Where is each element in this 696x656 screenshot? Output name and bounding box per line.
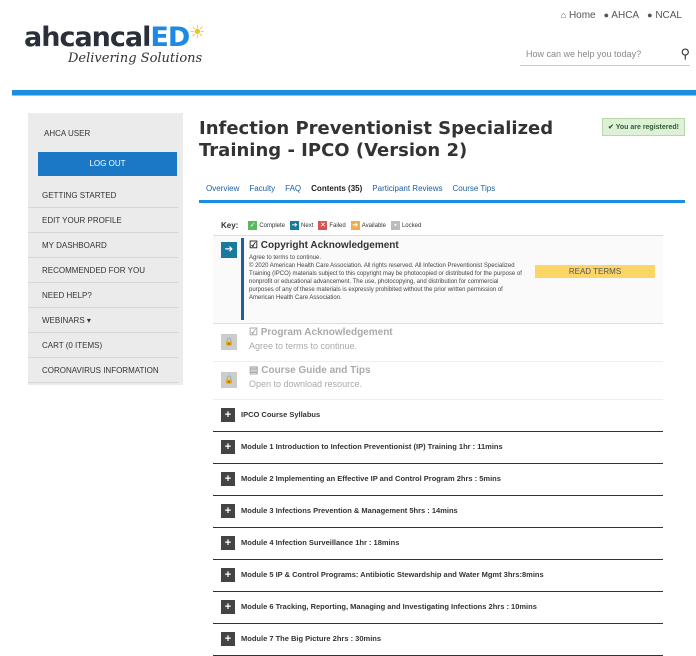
check-icon: ✓ xyxy=(248,221,258,230)
module-row[interactable]: + Module 1 Introduction to Infection Prev… xyxy=(213,432,663,464)
sidebar-item-edit-profile[interactable]: EDIT YOUR PROFILE xyxy=(28,208,178,233)
search-placeholder: How can we help you today? xyxy=(526,49,642,59)
program-ack-item: 🔒 ☑ Program Acknowledgement Agree to ter… xyxy=(213,324,663,362)
key-complete: Complete xyxy=(259,223,286,229)
module-label: Module 1 Introduction to Infection Preve… xyxy=(241,442,503,451)
contents-panel: Key: ✓ Complete ➔ Next ✕ Failed ➔ Available … xyxy=(213,216,663,656)
globe-icon: ● xyxy=(647,10,653,20)
tab-overview[interactable]: Overview xyxy=(206,184,239,193)
expand-icon[interactable]: + xyxy=(221,568,235,582)
module-row[interactable]: + Module 5 IP & Control Programs: Antibio… xyxy=(213,560,663,592)
globe-icon: ● xyxy=(603,10,610,20)
home-link[interactable]: ⌂ Home xyxy=(561,10,596,21)
copyright-item: ➔ ☑ Copyright Acknowledgement Agree to t… xyxy=(213,236,663,324)
key-available: Available xyxy=(361,223,386,229)
status-key: Key: ✓ Complete ➔ Next ✕ Failed ➔ Available … xyxy=(213,216,663,236)
tab-faculty[interactable]: Faculty xyxy=(249,184,275,193)
expand-icon[interactable]: + xyxy=(221,472,235,486)
module-label: Module 3 Infections Prevention & Managem… xyxy=(241,506,458,515)
lock-icon: 🔒 xyxy=(221,334,237,350)
active-indicator xyxy=(241,238,244,320)
program-ack-heading: Program Acknowledgement xyxy=(260,327,393,338)
sidebar-item-need-help[interactable]: NEED HELP? xyxy=(28,283,178,308)
top-nav: ⌂ Home ● AHCA ● NCAL xyxy=(561,10,682,21)
expand-icon[interactable]: + xyxy=(221,600,235,614)
course-tabs: Overview Faculty FAQ Contents (35) Parti… xyxy=(206,184,495,193)
module-label: Module 5 IP & Control Programs: Antibiot… xyxy=(241,570,544,579)
sidebar-item-webinars[interactable]: WEBINARS ▾ xyxy=(28,308,178,333)
sidebar: AHCA USER LOG OUT GETTING STARTED EDIT Y… xyxy=(28,113,183,385)
arrow-right-icon: ➔ xyxy=(221,242,237,258)
site-logo[interactable]: ahcancalED☀ Delivering Solutions xyxy=(24,22,205,66)
search-icon[interactable]: ⚲ xyxy=(680,46,690,62)
course-guide-sub: Open to download resource. xyxy=(249,379,363,389)
logo-ed-text: ED xyxy=(150,22,190,53)
expand-icon[interactable]: + xyxy=(221,504,235,518)
lock-icon: ▪ xyxy=(390,221,400,230)
arrow-icon: ➔ xyxy=(350,221,360,230)
tab-participant-reviews[interactable]: Participant Reviews xyxy=(372,184,442,193)
copyright-heading: ☑ Copyright Acknowledgement xyxy=(249,240,399,251)
tab-underline xyxy=(199,200,685,203)
sidebar-item-getting-started[interactable]: GETTING STARTED xyxy=(28,183,178,208)
home-icon: ⌂ xyxy=(560,10,567,20)
tab-faq[interactable]: FAQ xyxy=(285,184,301,193)
expand-icon[interactable]: + xyxy=(221,408,235,422)
module-row[interactable]: + Module 4 Infection Surveillance 1hr : 1… xyxy=(213,528,663,560)
expand-icon[interactable]: + xyxy=(221,536,235,550)
course-guide-item: 🔒 ▤ Course Guide and Tips Open to downlo… xyxy=(213,362,663,400)
sun-icon: ☀ xyxy=(189,22,205,43)
main-content: Infection Preventionist Specialized Trai… xyxy=(199,118,685,656)
module-row[interactable]: + Module 7 The Big Picture 2hrs : 30mins xyxy=(213,624,663,656)
module-row[interactable]: + Module 3 Infections Prevention & Manage… xyxy=(213,496,663,528)
ncal-link[interactable]: ● NCAL xyxy=(647,10,682,21)
key-locked: Locked xyxy=(401,223,422,229)
logo-text: ahcancal xyxy=(24,22,151,53)
sidebar-item-coronavirus[interactable]: CORONAVIRUS INFORMATION xyxy=(28,358,178,383)
module-label: Module 6 Tracking, Reporting, Managing a… xyxy=(241,602,537,611)
lock-icon: 🔒 xyxy=(221,372,237,388)
sidebar-item-recommended[interactable]: RECOMMENDED FOR YOU xyxy=(28,258,178,283)
page-title: Infection Preventionist Specialized Trai… xyxy=(199,118,554,161)
key-next: Next xyxy=(301,223,314,229)
module-label: Module 4 Infection Surveillance 1hr : 18… xyxy=(241,538,400,547)
expand-icon[interactable]: + xyxy=(221,632,235,646)
logout-button[interactable]: LOG OUT xyxy=(38,152,177,176)
course-guide-heading: Course Guide and Tips xyxy=(261,365,371,376)
copyright-text: Agree to terms to continue. © 2020 Ameri… xyxy=(249,255,522,301)
search-input[interactable]: How can we help you today? ⚲ xyxy=(520,44,690,66)
key-failed: Failed xyxy=(329,223,346,229)
sidebar-menu: GETTING STARTED EDIT YOUR PROFILE MY DAS… xyxy=(28,183,178,383)
sidebar-item-cart[interactable]: CART (0 ITEMS) xyxy=(28,333,178,358)
module-label: IPCO Course Syllabus xyxy=(241,410,321,419)
x-icon: ✕ xyxy=(318,221,328,230)
ahca-link[interactable]: ● AHCA xyxy=(604,10,639,21)
arrow-right-icon: ➔ xyxy=(290,221,300,230)
module-row[interactable]: + Module 6 Tracking, Reporting, Managing … xyxy=(213,592,663,624)
expand-icon[interactable]: + xyxy=(221,440,235,454)
tab-contents[interactable]: Contents (35) xyxy=(311,184,362,193)
read-terms-button[interactable]: READ TERMS xyxy=(535,265,655,278)
registered-badge: ✔ You are registered! xyxy=(602,118,685,136)
tab-course-tips[interactable]: Course Tips xyxy=(453,184,496,193)
module-row[interactable]: + IPCO Course Syllabus xyxy=(213,400,663,432)
key-label: Key: xyxy=(221,221,239,230)
module-label: Module 2 Implementing an Effective IP an… xyxy=(241,474,501,483)
sidebar-user: AHCA USER xyxy=(44,129,91,138)
program-ack-sub: Agree to terms to continue. xyxy=(249,341,358,351)
header-divider-light xyxy=(12,95,696,96)
module-label: Module 7 The Big Picture 2hrs : 30mins xyxy=(241,634,382,643)
module-row[interactable]: + Module 2 Implementing an Effective IP a… xyxy=(213,464,663,496)
logo-tagline: Delivering Solutions xyxy=(68,51,203,66)
sidebar-item-dashboard[interactable]: MY DASHBOARD xyxy=(28,233,178,258)
